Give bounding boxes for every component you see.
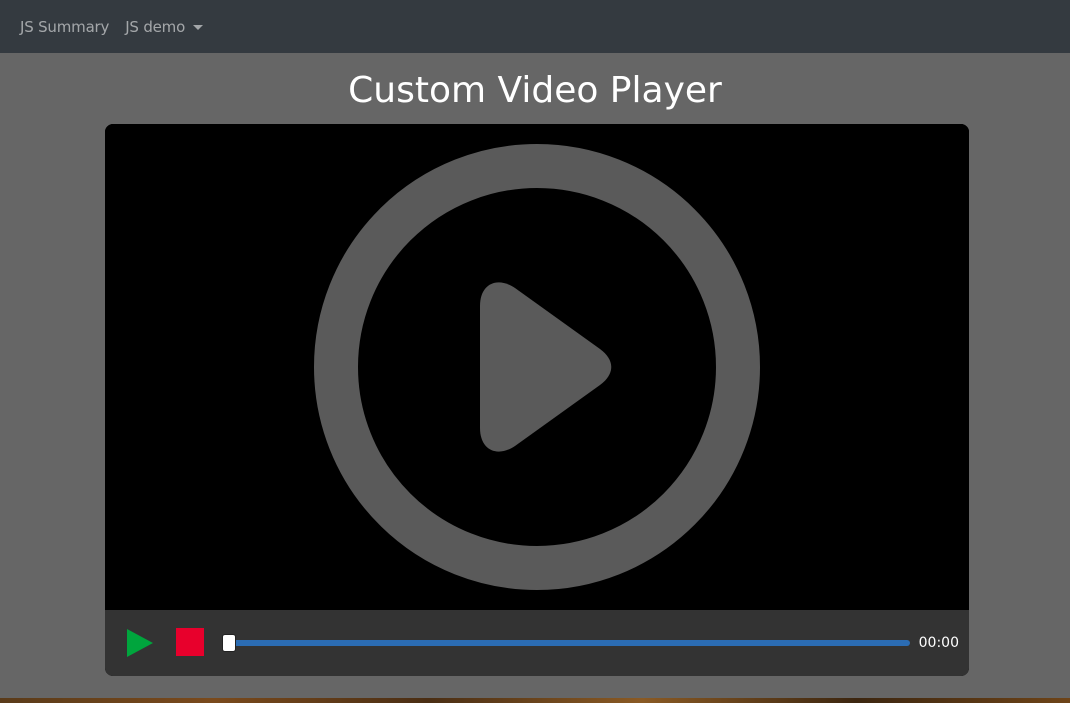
background-image-edge bbox=[0, 698, 1070, 703]
nav-link-label: JS Summary bbox=[20, 17, 110, 36]
video-screen[interactable] bbox=[105, 124, 969, 610]
progress-track[interactable] bbox=[222, 640, 910, 646]
top-navbar: JS Summary JS demo bbox=[0, 0, 1070, 53]
video-player: 00:00 bbox=[105, 124, 969, 676]
stop-icon[interactable] bbox=[176, 628, 204, 656]
play-icon[interactable] bbox=[125, 628, 155, 658]
page-title: Custom Video Player bbox=[348, 70, 722, 111]
time-display: 00:00 bbox=[918, 635, 959, 651]
progress-thumb[interactable] bbox=[222, 634, 236, 652]
caret-down-icon bbox=[193, 24, 204, 30]
nav-link-label: JS demo bbox=[125, 17, 186, 36]
nav-link-js-summary[interactable]: JS Summary bbox=[20, 18, 109, 36]
video-controls: 00:00 bbox=[105, 610, 969, 676]
nav-dropdown-js-demo[interactable]: JS demo bbox=[125, 17, 204, 36]
progress-slider[interactable] bbox=[218, 632, 912, 654]
play-circle-icon[interactable] bbox=[105, 124, 969, 610]
